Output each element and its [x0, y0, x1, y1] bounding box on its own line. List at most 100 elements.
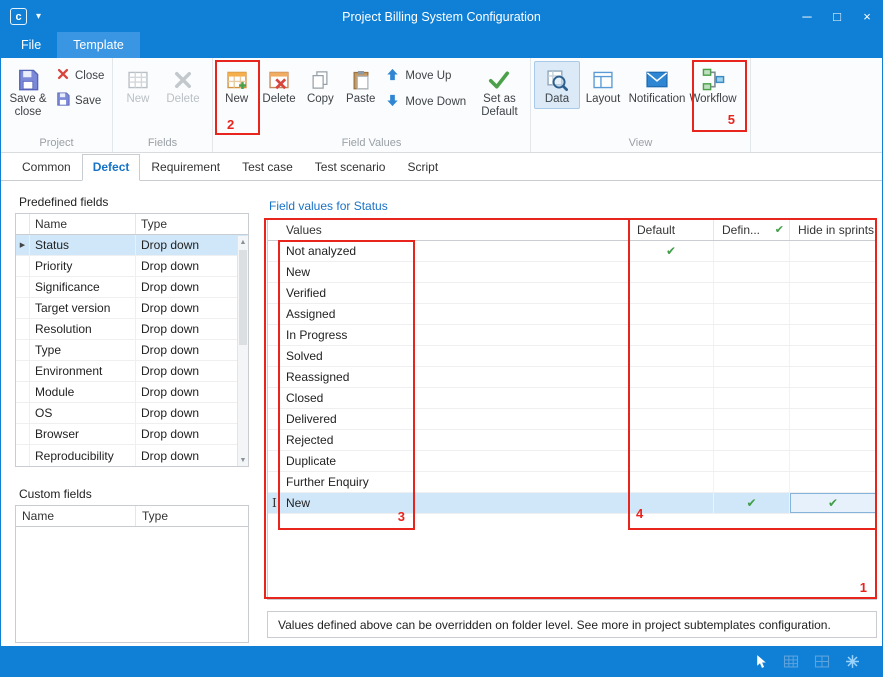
- hide-check-cell[interactable]: [790, 451, 876, 471]
- maximize-button[interactable]: □: [822, 1, 852, 32]
- tab-common[interactable]: Common: [11, 154, 82, 181]
- values-column-header[interactable]: Values: [268, 219, 629, 240]
- default-check-cell[interactable]: ✔: [629, 241, 714, 261]
- scroll-down-icon[interactable]: ▼: [238, 454, 248, 466]
- hide-check-cell[interactable]: [790, 430, 876, 450]
- minimize-button[interactable]: ─: [792, 1, 822, 32]
- defined-check-cell[interactable]: [714, 304, 790, 324]
- defined-check-cell[interactable]: [714, 409, 790, 429]
- defined-check-cell[interactable]: [714, 451, 790, 471]
- value-row[interactable]: Assigned: [268, 304, 876, 325]
- defined-check-cell[interactable]: [714, 388, 790, 408]
- table-row[interactable]: Priority Drop down: [16, 256, 248, 277]
- value-row[interactable]: Further Enquiry: [268, 472, 876, 493]
- default-check-cell[interactable]: [629, 325, 714, 345]
- hide-check-cell[interactable]: [790, 325, 876, 345]
- move-up-button[interactable]: Move Up: [385, 67, 467, 85]
- scrollbar-thumb[interactable]: [239, 250, 247, 345]
- grid-view-icon[interactable]: [783, 655, 799, 668]
- table-row[interactable]: Environment Drop down: [16, 361, 248, 382]
- value-row[interactable]: Solved: [268, 346, 876, 367]
- defined-column-header[interactable]: Defin...✔: [714, 219, 790, 240]
- hide-check-cell[interactable]: [790, 304, 876, 324]
- type-column-header[interactable]: Type: [136, 506, 248, 526]
- paste-button[interactable]: Paste: [340, 61, 381, 109]
- hide-check-cell[interactable]: [790, 241, 876, 261]
- scroll-up-icon[interactable]: ▲: [238, 236, 248, 248]
- table-row[interactable]: ▶ Status Drop down: [16, 235, 248, 256]
- hide-check-cell[interactable]: [790, 262, 876, 282]
- default-check-cell[interactable]: [629, 409, 714, 429]
- default-check-cell[interactable]: [629, 388, 714, 408]
- pointer-icon[interactable]: [755, 654, 768, 669]
- value-row[interactable]: In Progress: [268, 325, 876, 346]
- move-down-button[interactable]: Move Down: [385, 93, 467, 111]
- table-row[interactable]: Target version Drop down: [16, 298, 248, 319]
- field-values-new-button[interactable]: New: [216, 61, 257, 109]
- cells-view-icon[interactable]: [814, 655, 830, 668]
- defined-check-cell[interactable]: ✔: [714, 493, 790, 513]
- table-row[interactable]: OS Drop down: [16, 403, 248, 424]
- view-data-button[interactable]: Data: [534, 61, 580, 109]
- default-check-cell[interactable]: [629, 451, 714, 471]
- vertical-scrollbar[interactable]: ▲ ▼: [237, 236, 248, 466]
- default-column-header[interactable]: Default: [629, 219, 714, 240]
- tab-template[interactable]: Template: [57, 32, 140, 58]
- app-icon[interactable]: c: [10, 8, 27, 25]
- close-button[interactable]: ×: [852, 1, 882, 32]
- hide-column-header[interactable]: Hide in sprints: [790, 219, 876, 240]
- save-and-close-button[interactable]: Save & close: [4, 61, 52, 122]
- default-check-cell[interactable]: [629, 304, 714, 324]
- tab-defect[interactable]: Defect: [82, 154, 141, 181]
- tab-file[interactable]: File: [5, 32, 57, 58]
- defined-check-cell[interactable]: [714, 241, 790, 261]
- hide-check-cell[interactable]: ✔: [790, 493, 876, 513]
- tab-test-scenario[interactable]: Test scenario: [304, 154, 397, 181]
- tab-requirement[interactable]: Requirement: [140, 154, 231, 181]
- type-column-header[interactable]: Type: [136, 214, 248, 234]
- value-row[interactable]: New: [268, 262, 876, 283]
- hide-check-cell[interactable]: [790, 283, 876, 303]
- quick-access-icon[interactable]: ▾: [36, 11, 41, 22]
- value-row[interactable]: Duplicate: [268, 451, 876, 472]
- close-button-ribbon[interactable]: Close: [56, 67, 104, 84]
- hide-check-cell[interactable]: [790, 346, 876, 366]
- value-row[interactable]: Verified: [268, 283, 876, 304]
- field-values-delete-button[interactable]: Delete: [257, 61, 300, 109]
- default-check-cell[interactable]: [629, 346, 714, 366]
- hide-check-cell[interactable]: [790, 388, 876, 408]
- table-row[interactable]: Resolution Drop down: [16, 319, 248, 340]
- value-row[interactable]: Rejected: [268, 430, 876, 451]
- table-row[interactable]: Significance Drop down: [16, 277, 248, 298]
- defined-check-cell[interactable]: [714, 262, 790, 282]
- defined-check-cell[interactable]: [714, 430, 790, 450]
- defined-check-cell[interactable]: [714, 283, 790, 303]
- name-column-header[interactable]: Name: [30, 214, 136, 234]
- tab-test-case[interactable]: Test case: [231, 154, 304, 181]
- table-row[interactable]: Type Drop down: [16, 340, 248, 361]
- defined-check-cell[interactable]: [714, 472, 790, 492]
- default-check-cell[interactable]: [629, 283, 714, 303]
- table-row[interactable]: Reproducibility Drop down: [16, 445, 248, 466]
- default-check-cell[interactable]: [629, 430, 714, 450]
- copy-button[interactable]: Copy: [301, 61, 340, 109]
- set-as-default-button[interactable]: Set as Default: [472, 61, 527, 122]
- default-check-cell[interactable]: [629, 367, 714, 387]
- value-row[interactable]: Not analyzed ✔: [268, 241, 876, 262]
- view-layout-button[interactable]: Layout: [580, 61, 626, 109]
- default-check-cell[interactable]: [629, 493, 714, 513]
- save-button[interactable]: Save: [56, 92, 104, 109]
- value-row[interactable]: Closed: [268, 388, 876, 409]
- name-column-header[interactable]: Name: [16, 506, 136, 526]
- default-check-cell[interactable]: [629, 262, 714, 282]
- tab-script[interactable]: Script: [396, 154, 449, 181]
- hide-check-cell[interactable]: [790, 367, 876, 387]
- value-row[interactable]: Reassigned: [268, 367, 876, 388]
- defined-check-cell[interactable]: [714, 346, 790, 366]
- value-row[interactable]: Delivered: [268, 409, 876, 430]
- defined-check-cell[interactable]: [714, 325, 790, 345]
- view-workflow-button[interactable]: Workflow: [688, 61, 738, 109]
- default-check-cell[interactable]: [629, 472, 714, 492]
- defined-check-cell[interactable]: [714, 367, 790, 387]
- view-notification-button[interactable]: Notification: [626, 61, 688, 109]
